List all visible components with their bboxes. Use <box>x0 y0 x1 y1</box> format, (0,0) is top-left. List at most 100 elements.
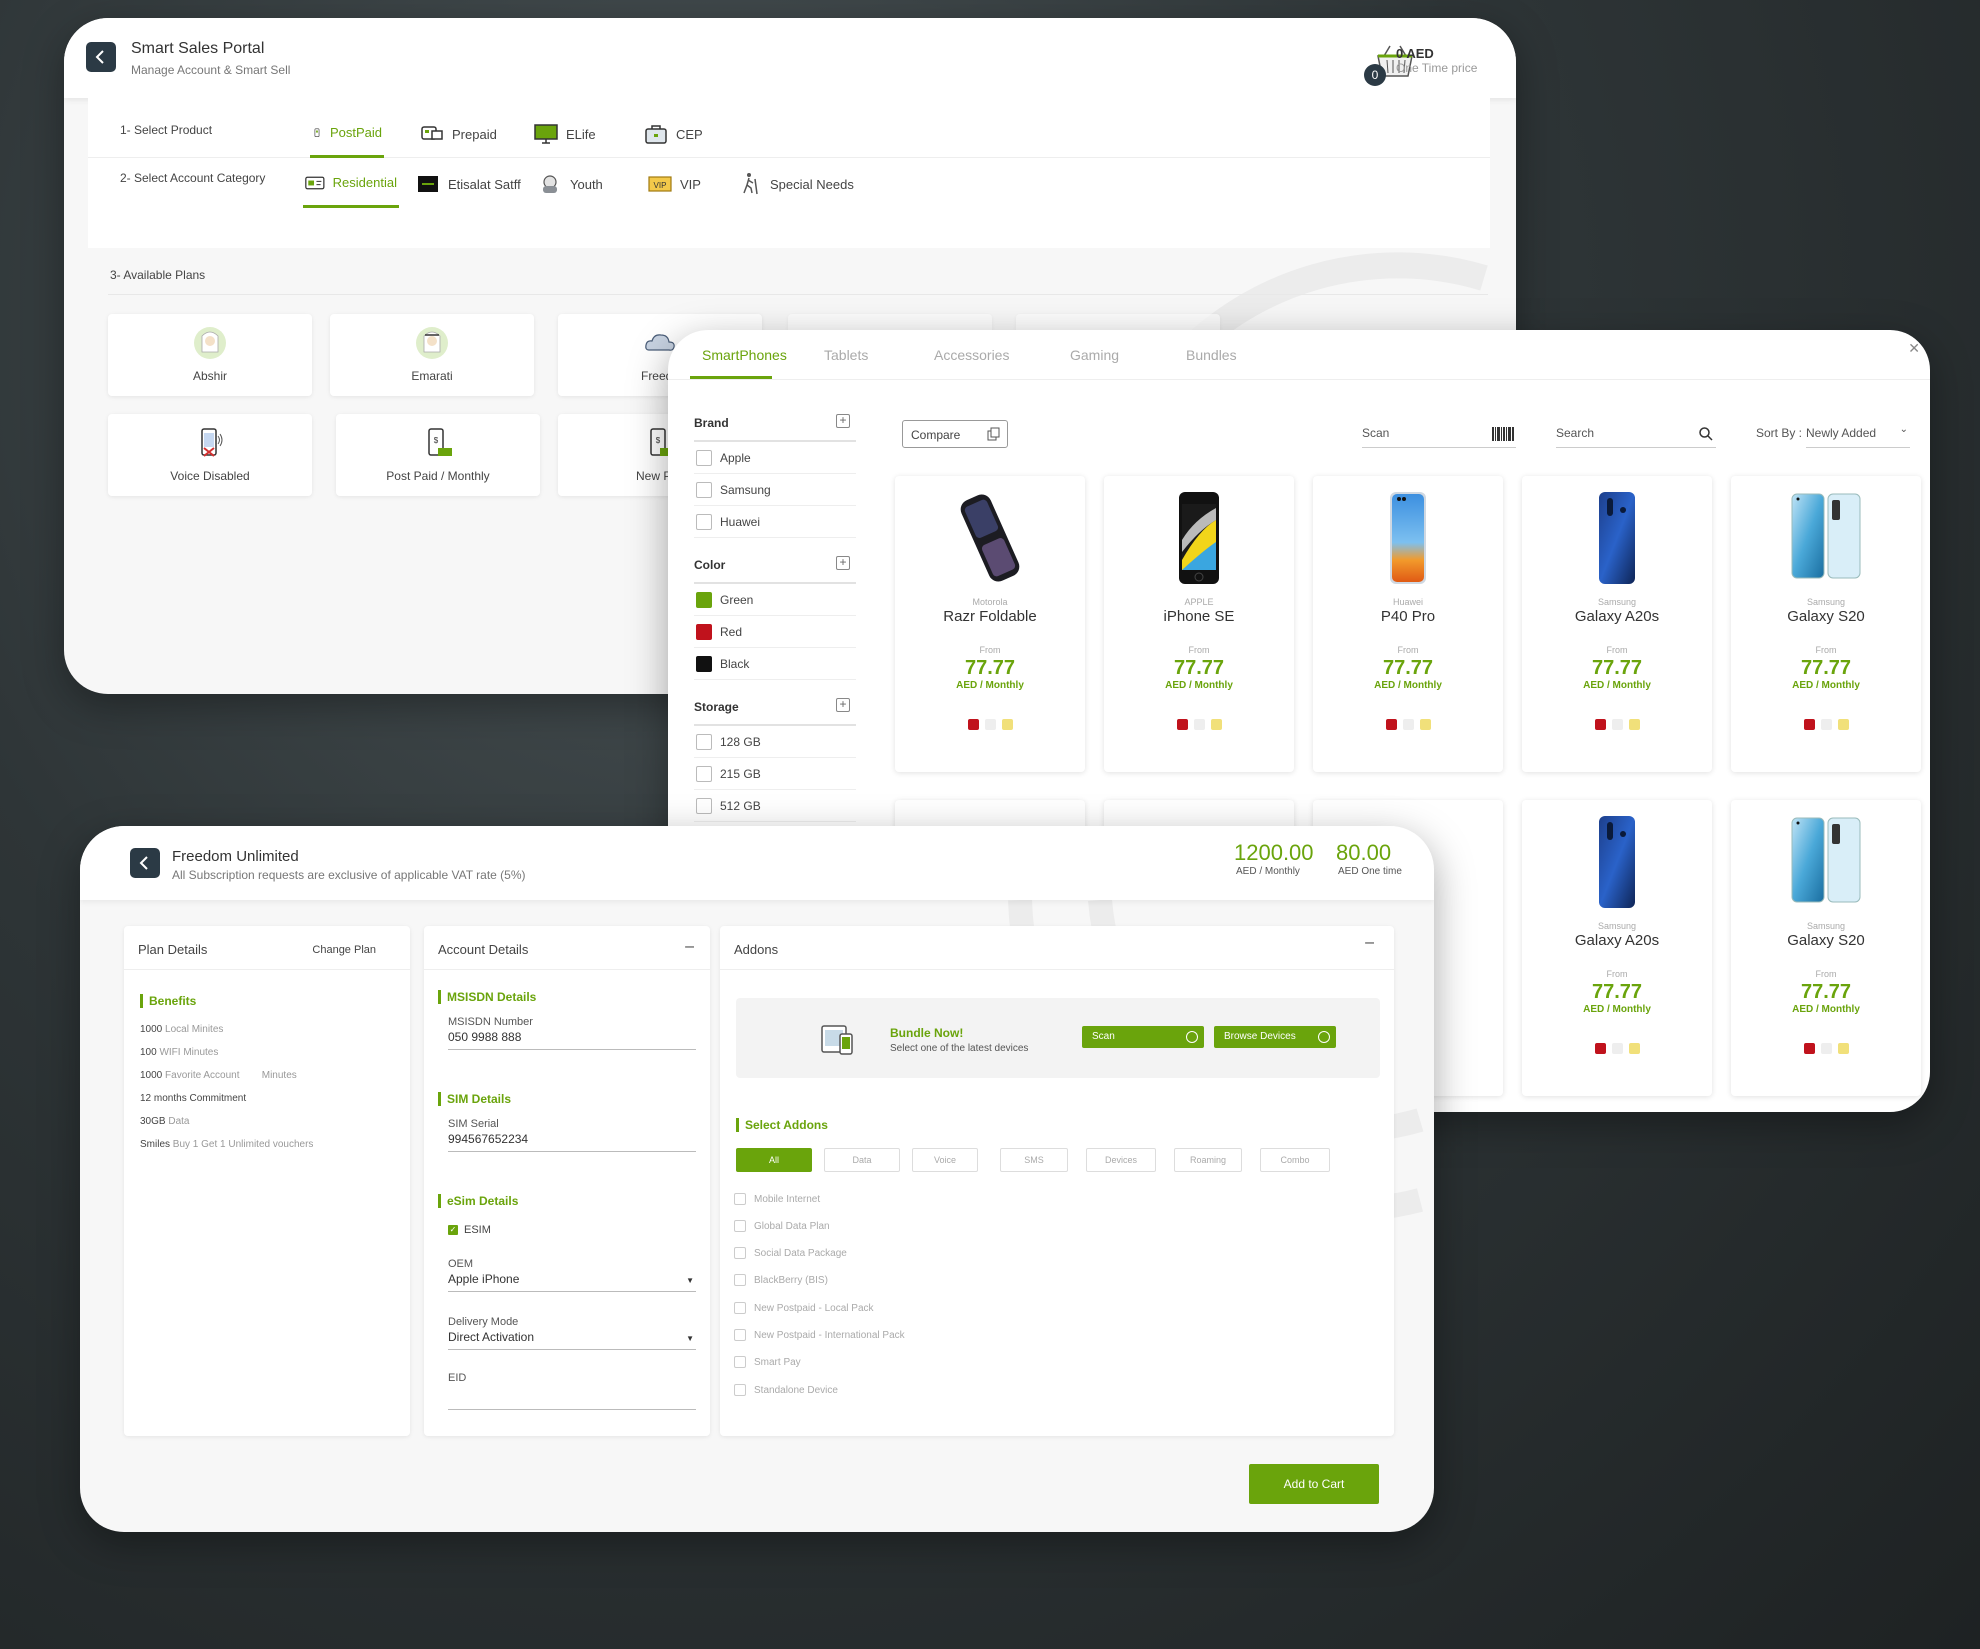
storage-option-215[interactable]: 215 GB <box>694 758 856 790</box>
collapse-minus-icon[interactable]: – <box>1365 934 1374 952</box>
back-button[interactable] <box>86 42 116 72</box>
addon-option[interactable]: Global Data Plan <box>734 1220 830 1232</box>
color-dot-red[interactable] <box>1176 719 1188 730</box>
checkbox[interactable] <box>734 1193 746 1205</box>
color-dot-white[interactable] <box>984 719 996 730</box>
product-option-elife[interactable]: ELife <box>532 110 598 158</box>
addon-filter-sms[interactable]: SMS <box>1000 1148 1068 1172</box>
product-option-cep[interactable]: CEP <box>642 110 705 158</box>
color-option-red[interactable]: Red <box>694 616 856 648</box>
addon-option[interactable]: BlackBerry (BIS) <box>734 1274 828 1286</box>
search-input[interactable]: Search <box>1556 426 1716 448</box>
color-dot-white[interactable] <box>1820 1043 1832 1054</box>
color-dot-white[interactable] <box>1611 1043 1623 1054</box>
device-card[interactable]: APPLE iPhone SE From 77.77 AED / Monthly <box>1104 476 1294 772</box>
tab-smartphones[interactable]: SmartPhones <box>702 347 787 363</box>
brand-option-samsung[interactable]: Samsung <box>694 474 856 506</box>
addon-option[interactable]: Social Data Package <box>734 1247 847 1259</box>
tab-tablets[interactable]: Tablets <box>824 347 868 363</box>
device-card[interactable]: Samsung Galaxy A20s From 77.77 AED / Mon… <box>1522 800 1712 1096</box>
checkbox[interactable] <box>696 797 712 814</box>
checkbox[interactable] <box>734 1220 746 1232</box>
color-swatch[interactable] <box>696 655 712 672</box>
oem-select[interactable]: Apple iPhone ▼ <box>448 1270 696 1292</box>
color-dot-yellow[interactable] <box>1628 719 1640 730</box>
expand-plus-icon[interactable]: + <box>836 414 850 428</box>
checkbox[interactable] <box>734 1329 746 1341</box>
browse-devices-button[interactable]: Browse Devices <box>1214 1026 1336 1048</box>
checkbox[interactable] <box>696 513 712 530</box>
brand-option-apple[interactable]: Apple <box>694 442 856 474</box>
product-option-postpaid[interactable]: PostPaid <box>310 110 384 158</box>
color-dot-white[interactable] <box>1820 719 1832 730</box>
device-card[interactable]: Samsung Galaxy A20s From 77.77 AED / Mon… <box>1522 476 1712 772</box>
addon-filter-data[interactable]: Data <box>824 1148 900 1172</box>
color-dot-yellow[interactable] <box>1001 719 1013 730</box>
checkbox[interactable] <box>696 765 712 782</box>
checkbox[interactable] <box>734 1274 746 1286</box>
color-dot-red[interactable] <box>967 719 979 730</box>
change-plan-link[interactable]: Change Plan <box>312 944 376 956</box>
color-dot-yellow[interactable] <box>1628 1043 1640 1054</box>
checkbox[interactable] <box>696 449 712 466</box>
color-dot-red[interactable] <box>1385 719 1397 730</box>
device-card[interactable]: Samsung Galaxy S20 From 77.77 AED / Mont… <box>1731 476 1921 772</box>
storage-option-128[interactable]: 128 GB <box>694 726 856 758</box>
plan-card-voice-disabled[interactable]: Voice Disabled <box>108 414 312 496</box>
checkbox[interactable] <box>734 1247 746 1259</box>
addon-option[interactable]: New Postpaid - Local Pack <box>734 1302 874 1314</box>
addon-filter-combo[interactable]: Combo <box>1260 1148 1330 1172</box>
plan-card-postpaid-monthly[interactable]: $ Post Paid / Monthly <box>336 414 540 496</box>
color-dot-red[interactable] <box>1803 719 1815 730</box>
tab-gaming[interactable]: Gaming <box>1070 347 1119 363</box>
plan-card-abshir[interactable]: Abshir <box>108 314 312 396</box>
addon-option[interactable]: Smart Pay <box>734 1356 801 1368</box>
tab-accessories[interactable]: Accessories <box>934 347 1009 363</box>
tab-bundles[interactable]: Bundles <box>1186 347 1237 363</box>
checkbox[interactable] <box>734 1356 746 1368</box>
delivery-mode-select[interactable]: Direct Activation ▼ <box>448 1328 696 1350</box>
compare-button[interactable]: Compare <box>902 420 1008 448</box>
color-dot-red[interactable] <box>1594 719 1606 730</box>
addon-filter-roaming[interactable]: Roaming <box>1174 1148 1242 1172</box>
color-dot-yellow[interactable] <box>1837 719 1849 730</box>
expand-plus-icon[interactable]: + <box>836 556 850 570</box>
close-icon[interactable]: ✕ <box>1908 340 1920 357</box>
scan-button[interactable]: Scan <box>1082 1026 1204 1048</box>
sort-dropdown[interactable]: Newly Added ⌄ <box>1806 424 1910 448</box>
device-card[interactable]: Motorola Razr Foldable From 77.77 AED / … <box>895 476 1085 772</box>
sim-serial-field[interactable]: 994567652234 <box>448 1130 696 1152</box>
addon-filter-devices[interactable]: Devices <box>1086 1148 1156 1172</box>
checkbox[interactable] <box>734 1384 746 1396</box>
addon-filter-voice[interactable]: Voice <box>912 1148 978 1172</box>
color-dot-yellow[interactable] <box>1419 719 1431 730</box>
addon-option[interactable]: Standalone Device <box>734 1384 838 1396</box>
esim-checkbox-row[interactable]: ✓ ESIM <box>448 1224 696 1236</box>
color-option-green[interactable]: Green <box>694 584 856 616</box>
category-option-special-needs[interactable]: Special Needs <box>736 160 856 208</box>
color-dot-white[interactable] <box>1402 719 1414 730</box>
addon-option[interactable]: Mobile Internet <box>734 1193 820 1205</box>
brand-option-huawei[interactable]: Huawei <box>694 506 856 538</box>
color-option-black[interactable]: Black <box>694 648 856 680</box>
checkbox[interactable] <box>696 481 712 498</box>
color-dot-yellow[interactable] <box>1210 719 1222 730</box>
scan-input[interactable]: Scan <box>1362 426 1516 448</box>
plan-card-emarati[interactable]: Emarati <box>330 314 534 396</box>
color-dot-yellow[interactable] <box>1837 1043 1849 1054</box>
checkbox-checked-icon[interactable]: ✓ <box>448 1225 458 1235</box>
storage-option-512[interactable]: 512 GB <box>694 790 856 822</box>
category-option-residential[interactable]: Residential <box>303 160 399 208</box>
color-dot-white[interactable] <box>1611 719 1623 730</box>
color-swatch[interactable] <box>696 591 712 608</box>
product-option-prepaid[interactable]: Prepaid <box>418 110 499 158</box>
checkbox[interactable] <box>734 1302 746 1314</box>
checkbox[interactable] <box>696 733 712 750</box>
color-dot-red[interactable] <box>1803 1043 1815 1054</box>
category-option-vip[interactable]: VIP VIP <box>646 160 703 208</box>
back-button[interactable] <box>130 848 160 878</box>
color-swatch[interactable] <box>696 623 712 640</box>
eid-field[interactable] <box>448 1384 696 1410</box>
color-dot-white[interactable] <box>1193 719 1205 730</box>
device-card[interactable]: Huawei P40 Pro From 77.77 AED / Monthly <box>1313 476 1503 772</box>
